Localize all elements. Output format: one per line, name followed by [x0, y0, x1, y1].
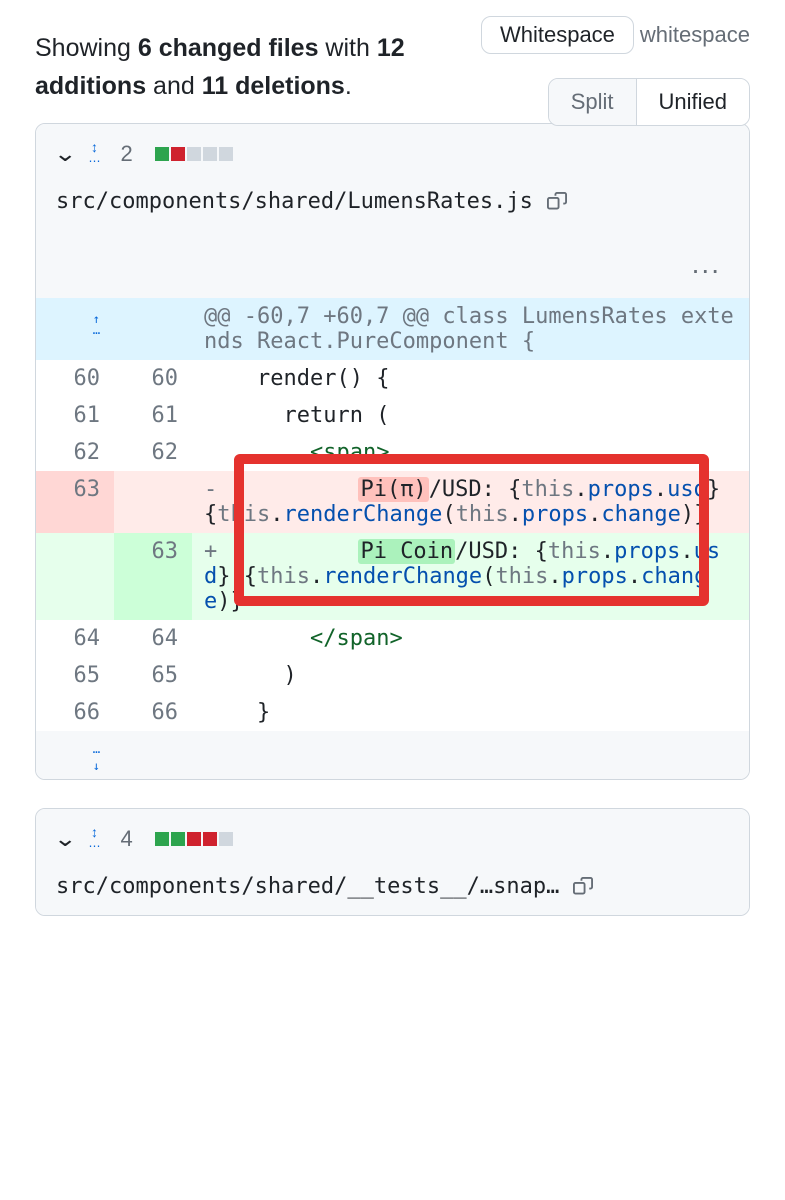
line-num-old: 62 [36, 434, 114, 471]
file-diff: ⌄ ↕ ⋯ 4 src/components/shared/__tests__/… [35, 808, 750, 916]
diffstat-neutral-square [187, 147, 201, 161]
expand-all-icon[interactable]: ↕ ⋯ [88, 140, 100, 167]
code-line: + Pi Coin/USD: {this.props.usd} {this.re… [192, 533, 749, 620]
line-num-new: 65 [114, 657, 192, 694]
line-num-old: 64 [36, 620, 114, 657]
more-options-button[interactable]: ... [36, 230, 749, 298]
diff-line[interactable]: 6464 </span> [36, 620, 749, 657]
code-line: </span> [192, 620, 749, 657]
diffstat-del-square [187, 832, 201, 846]
diff-line-deleted[interactable]: 63 - Pi(π)/USD: {this.props.usd} {this.re… [36, 471, 749, 533]
change-count: 4 [120, 826, 132, 852]
expand-down-icon[interactable]: ⋯↓ [93, 745, 100, 773]
diffstat-neutral-square [219, 147, 233, 161]
whitespace-label: whitespace [640, 22, 750, 48]
code-line: return ( [192, 397, 749, 434]
split-view-button[interactable]: Split [549, 79, 636, 125]
diff-line[interactable]: 6666 } [36, 694, 749, 731]
summary-prefix: Showing [35, 34, 138, 62]
diff-line-added[interactable]: 63+ Pi Coin/USD: {this.props.usd} {this.… [36, 533, 749, 620]
file-path[interactable]: src/components/shared/LumensRates.js [56, 189, 533, 214]
code-line: render() { [192, 360, 749, 397]
code-line: ) [192, 657, 749, 694]
line-num-new: 64 [114, 620, 192, 657]
copy-icon[interactable] [547, 192, 567, 212]
line-num-old: 60 [36, 360, 114, 397]
diffstat-del-square [203, 832, 217, 846]
chevron-down-icon[interactable]: ⌄ [53, 826, 77, 852]
diff-line[interactable]: 6161 return ( [36, 397, 749, 434]
summary-mid: with [318, 34, 376, 62]
summary-files: 6 changed files [138, 34, 319, 62]
code-line: } [192, 694, 749, 731]
diffstat-add-square [155, 832, 169, 846]
diff-summary: Showing 6 changed files with 12 addition… [35, 30, 455, 105]
change-count: 2 [120, 141, 132, 167]
summary-deletions: 11 deletions [202, 72, 345, 100]
expand-down-row[interactable]: ⋯↓ [36, 731, 749, 779]
file-header: ⌄ ↕ ⋯ 4 [36, 809, 749, 868]
diffstat [155, 147, 233, 161]
diffstat-del-square [171, 147, 185, 161]
expand-up-icon[interactable]: ↑⋯ [93, 312, 100, 340]
diff-line[interactable]: 6262 <span> [36, 434, 749, 471]
diff-line[interactable]: 6565 ) [36, 657, 749, 694]
line-num-new: 61 [114, 397, 192, 434]
code-line: - Pi(π)/USD: {this.props.usd} {this.rend… [192, 471, 749, 533]
hunk-header: ↑⋯ @@ -60,7 +60,7 @@ class LumensRates e… [36, 298, 749, 360]
summary-and: and [146, 72, 202, 100]
diff-view-toggle[interactable]: Split Unified [548, 78, 750, 126]
line-num-old [36, 533, 114, 620]
whitespace-toggle-button[interactable]: Whitespace [481, 16, 634, 54]
line-num-old: 65 [36, 657, 114, 694]
hunk-text: @@ -60,7 +60,7 @@ class LumensRates exte… [192, 298, 749, 360]
diffstat [155, 832, 233, 846]
diffstat-add-square [171, 832, 185, 846]
file-header: ⌄ ↕ ⋯ 2 [36, 124, 749, 183]
line-num-new: 63 [114, 533, 192, 620]
line-num-old: 61 [36, 397, 114, 434]
diff-line[interactable]: 6060 render() { [36, 360, 749, 397]
line-num-new: 66 [114, 694, 192, 731]
file-path[interactable]: src/components/shared/__tests__/…snap… [56, 874, 559, 899]
diff-table: ↑⋯ @@ -60,7 +60,7 @@ class LumensRates e… [36, 298, 749, 779]
diffstat-neutral-square [203, 147, 217, 161]
file-diff: ⌄ ↕ ⋯ 2 src/components/shared/LumensRate… [35, 123, 750, 780]
diffstat-neutral-square [219, 832, 233, 846]
line-num-new [114, 471, 192, 533]
line-num-new: 60 [114, 360, 192, 397]
expand-all-icon[interactable]: ↕ ⋯ [88, 825, 100, 852]
copy-icon[interactable] [573, 877, 593, 897]
summary-suffix: . [345, 72, 352, 100]
line-num-old: 66 [36, 694, 114, 731]
chevron-down-icon[interactable]: ⌄ [53, 141, 77, 167]
line-num-new: 62 [114, 434, 192, 471]
line-num-old: 63 [36, 471, 114, 533]
diffstat-add-square [155, 147, 169, 161]
code-line: <span> [192, 434, 749, 471]
unified-view-button[interactable]: Unified [636, 79, 749, 125]
